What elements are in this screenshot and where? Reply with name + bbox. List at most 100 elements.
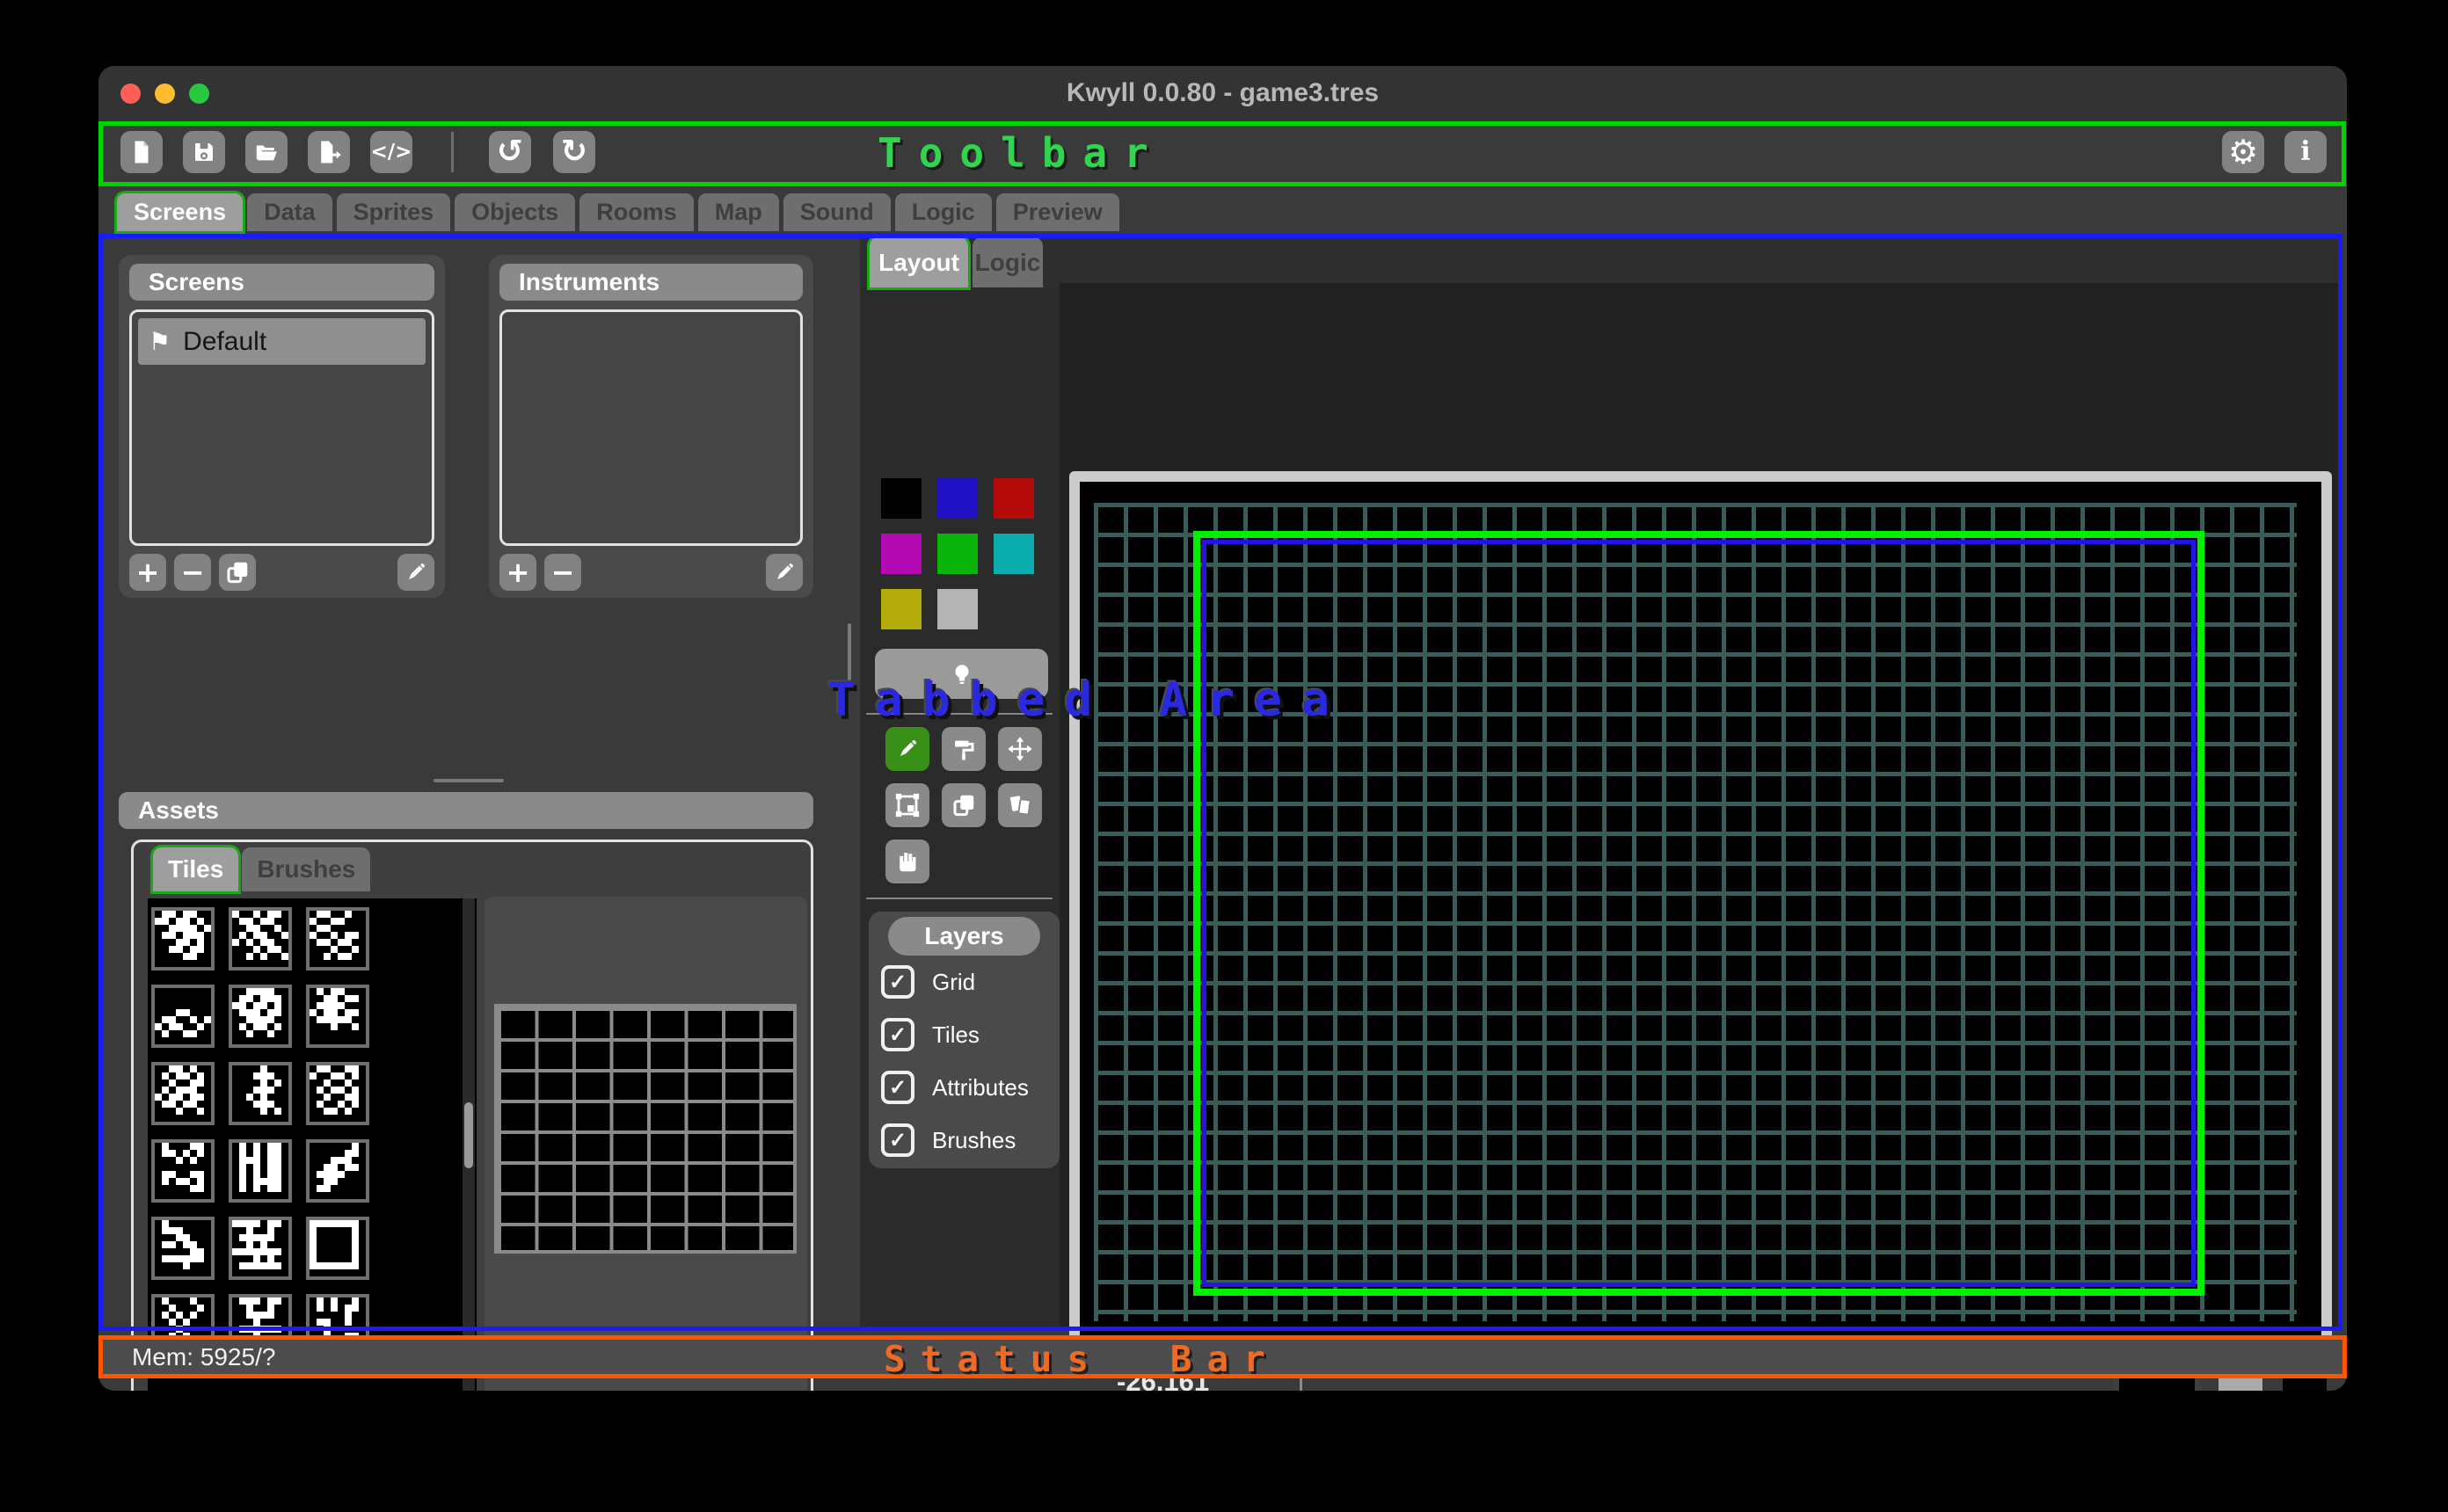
screens-edit-button[interactable] bbox=[397, 554, 434, 591]
layer-checkbox-brushes[interactable]: ✓ bbox=[881, 1123, 914, 1157]
tile-list[interactable] bbox=[148, 898, 477, 1391]
screens-list[interactable]: ⚑ Default bbox=[129, 309, 434, 546]
layer-checkbox-tiles[interactable]: ✓ bbox=[881, 1018, 914, 1051]
tab-sprites[interactable]: Sprites bbox=[337, 193, 451, 231]
toolbar-separator bbox=[451, 132, 454, 172]
assets-tab-tiles[interactable]: Tiles bbox=[153, 847, 238, 891]
code-button[interactable]: </> bbox=[370, 131, 412, 173]
screens-add-button[interactable]: + bbox=[129, 554, 166, 591]
tile-item[interactable] bbox=[306, 1139, 369, 1203]
tile-item[interactable] bbox=[151, 1062, 215, 1125]
duplicate-tool[interactable] bbox=[942, 783, 986, 827]
layer-label: Attributes bbox=[932, 1074, 1029, 1101]
palette-color[interactable] bbox=[937, 534, 978, 574]
title-bar: Kwyll 0.0.80 - game3.tres bbox=[98, 66, 2347, 121]
undo-button[interactable]: ↺ bbox=[489, 131, 531, 173]
open-button[interactable] bbox=[245, 131, 288, 173]
move-tool[interactable] bbox=[998, 727, 1042, 771]
assets-tab-brushes[interactable]: Brushes bbox=[242, 847, 370, 891]
palette-color[interactable] bbox=[937, 478, 978, 519]
screens-duplicate-button[interactable] bbox=[219, 554, 256, 591]
vertical-splitter-handle[interactable] bbox=[848, 623, 851, 685]
paste-tool[interactable] bbox=[998, 783, 1042, 827]
tile-preview-grid[interactable] bbox=[494, 1004, 797, 1254]
layers-panel-title: Layers bbox=[888, 917, 1040, 956]
instruments-panel-title: Instruments bbox=[499, 264, 803, 301]
flag-icon: ⚑ bbox=[149, 327, 171, 356]
tile-list-scrollbar[interactable] bbox=[463, 898, 475, 1391]
instruments-add-button[interactable]: + bbox=[499, 554, 536, 591]
tile-item[interactable] bbox=[306, 1217, 369, 1280]
layer-checkbox-grid[interactable]: ✓ bbox=[881, 965, 914, 999]
layer-row-tiles: ✓ Tiles bbox=[881, 1017, 980, 1052]
hand-tool[interactable] bbox=[885, 840, 929, 883]
tile-item[interactable] bbox=[151, 907, 215, 970]
info-button[interactable]: i bbox=[2284, 131, 2327, 173]
tab-data[interactable]: Data bbox=[247, 193, 332, 231]
settings-button[interactable]: ⚙ bbox=[2222, 131, 2264, 173]
memory-readout: Mem: 5925/? bbox=[132, 1343, 275, 1371]
tile-item[interactable] bbox=[229, 1139, 292, 1203]
new-file-button[interactable] bbox=[120, 131, 163, 173]
tile-item[interactable] bbox=[229, 985, 292, 1048]
redo-button[interactable]: ↻ bbox=[553, 131, 595, 173]
palette-color[interactable] bbox=[937, 589, 978, 629]
tile-item[interactable] bbox=[229, 1062, 292, 1125]
select-tool[interactable] bbox=[885, 783, 929, 827]
export-button[interactable] bbox=[308, 131, 350, 173]
editor-tab-layout[interactable]: Layout bbox=[870, 237, 968, 287]
layer-label: Tiles bbox=[932, 1021, 980, 1049]
tab-logic[interactable]: Logic bbox=[895, 193, 992, 231]
tabbed-area: Screens ⚑Default +− Instruments +− Asset… bbox=[98, 234, 2347, 1331]
palette-color[interactable] bbox=[881, 534, 922, 574]
draw-tool[interactable] bbox=[885, 727, 929, 771]
tile-item[interactable] bbox=[229, 1217, 292, 1280]
tab-objects[interactable]: Objects bbox=[455, 193, 575, 231]
palette-color[interactable] bbox=[881, 589, 922, 629]
status-bar: Mem: 5925/? bbox=[102, 1340, 2342, 1375]
assets-panel-title: Assets bbox=[119, 792, 813, 829]
palette-color[interactable] bbox=[994, 478, 1034, 519]
tile-item[interactable] bbox=[151, 1139, 215, 1203]
instruments-panel-footer: +− bbox=[499, 554, 803, 591]
tile-item[interactable] bbox=[306, 985, 369, 1048]
layer-row-attributes: ✓ Attributes bbox=[881, 1070, 1029, 1105]
main-tab-bar: ScreensDataSpritesObjectsRoomsMapSoundLo… bbox=[117, 193, 1119, 231]
tile-item[interactable] bbox=[229, 907, 292, 970]
instruments-list[interactable] bbox=[499, 309, 803, 546]
instruments-remove-button[interactable]: − bbox=[544, 554, 581, 591]
tile-item[interactable] bbox=[151, 1217, 215, 1280]
screen-list-item[interactable]: ⚑ Default bbox=[138, 318, 426, 365]
tools-separator-bottom bbox=[866, 898, 1053, 899]
screens-panel-title: Screens bbox=[129, 264, 434, 301]
layer-row-brushes: ✓Brushes bbox=[881, 1123, 1016, 1158]
layer-checkbox-attributes[interactable]: ✓ bbox=[881, 1071, 914, 1104]
horizontal-splitter-handle[interactable] bbox=[434, 779, 504, 782]
instruments-edit-button[interactable] bbox=[766, 554, 803, 591]
view-bounds-rect bbox=[1202, 540, 2196, 1287]
palette-color[interactable] bbox=[994, 534, 1034, 574]
tab-rooms[interactable]: Rooms bbox=[579, 193, 694, 231]
tile-item[interactable] bbox=[151, 985, 215, 1048]
fill-tool[interactable] bbox=[942, 727, 986, 771]
editor-tab-logic[interactable]: Logic bbox=[973, 237, 1043, 287]
save-button[interactable] bbox=[183, 131, 225, 173]
tab-screens[interactable]: Screens bbox=[117, 193, 243, 231]
tab-sound[interactable]: Sound bbox=[783, 193, 891, 231]
tile-item[interactable] bbox=[306, 1062, 369, 1125]
light-button[interactable] bbox=[875, 649, 1048, 699]
tile-item[interactable] bbox=[306, 907, 369, 970]
layers-panel: Layers ✓Grid✓Tiles✓Attributes✓Brushes bbox=[869, 912, 1060, 1168]
window-title: Kwyll 0.0.80 - game3.tres bbox=[98, 78, 2347, 108]
palette-color[interactable] bbox=[881, 478, 922, 519]
page-background: Kwyll 0.0.80 - game3.tres </> ↺ ↻ ⚙ i Scre… bbox=[0, 0, 2448, 1512]
scrollbar-thumb[interactable] bbox=[464, 1102, 473, 1168]
screens-panel-footer: +− bbox=[129, 554, 434, 591]
tab-map[interactable]: Map bbox=[698, 193, 779, 231]
screen-item-label: Default bbox=[183, 327, 266, 357]
screens-panel: Screens ⚑ Default +− bbox=[119, 255, 445, 598]
screen-canvas[interactable] bbox=[1069, 471, 2332, 1356]
tab-preview[interactable]: Preview bbox=[996, 193, 1119, 231]
screens-remove-button[interactable]: − bbox=[174, 554, 211, 591]
assets-tab-bar: TilesBrushes bbox=[153, 847, 370, 891]
